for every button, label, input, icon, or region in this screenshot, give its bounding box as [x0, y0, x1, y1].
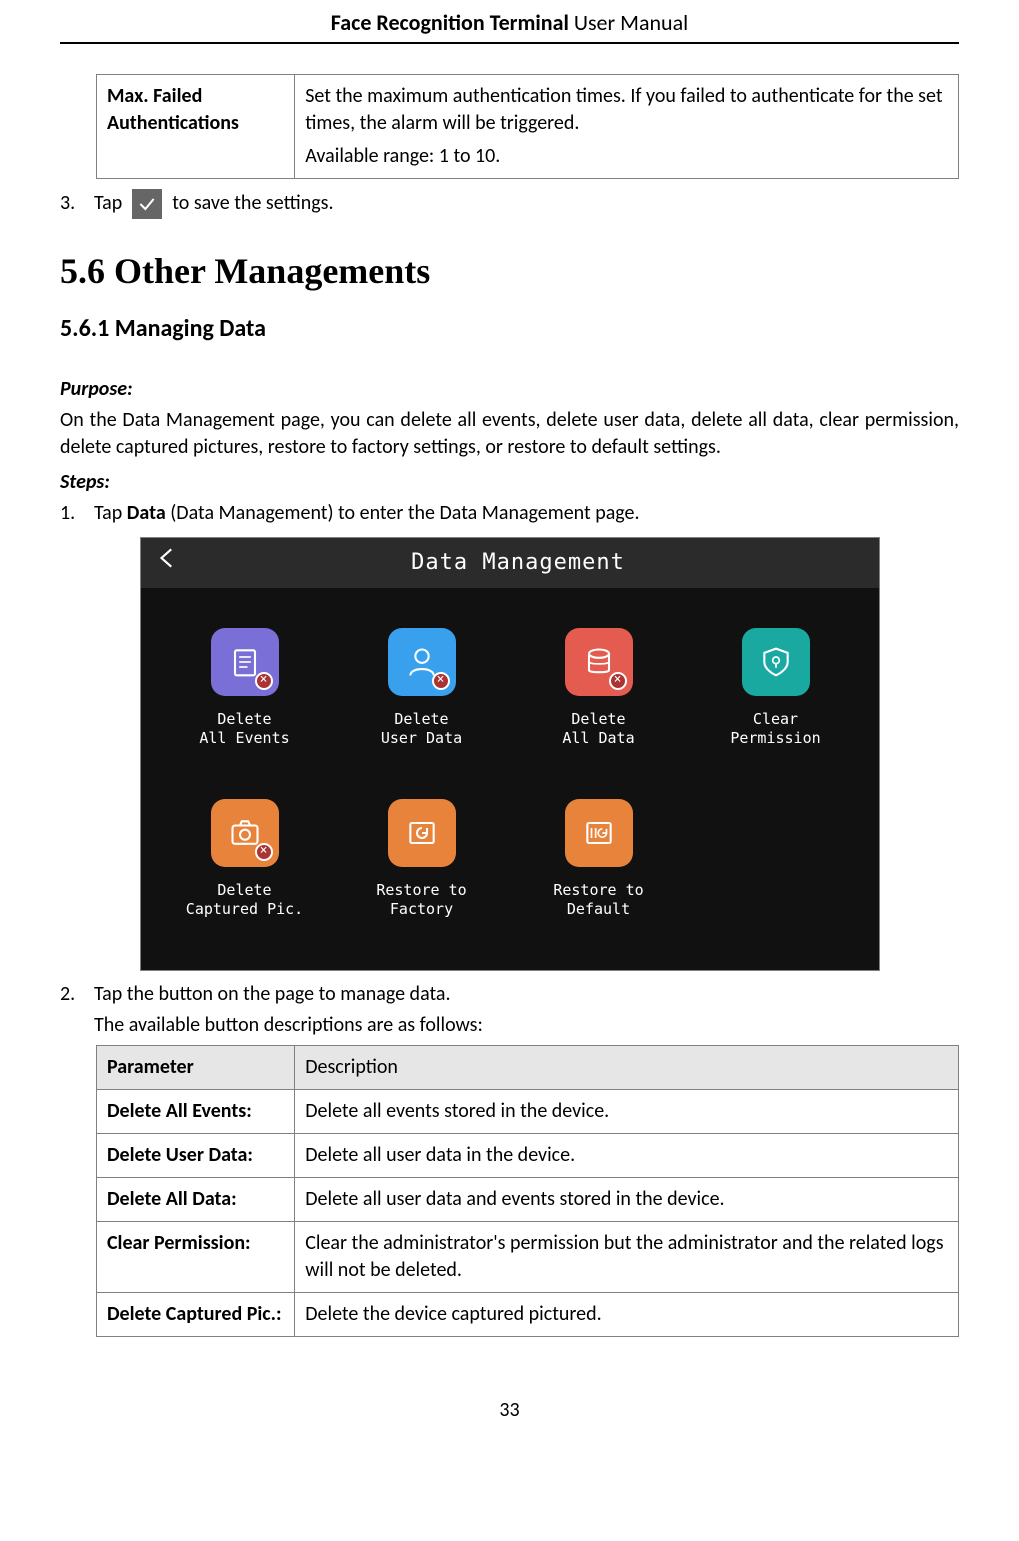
- step-2-text: Tap the button on the page to manage dat…: [94, 981, 959, 1008]
- max-failed-auth-table: Max. Failed Authentications Set the maxi…: [96, 74, 959, 179]
- step-2-num: 2.: [60, 981, 84, 1008]
- back-arrow-icon[interactable]: [155, 545, 181, 580]
- step-3-num: 3.: [60, 190, 84, 217]
- step-1: 1. Tap Data (Data Management) to enter t…: [60, 500, 959, 527]
- section-5-6-1-heading: 5.6.1 Managing Data: [60, 313, 959, 345]
- col-parameter: Parameter: [96, 1045, 294, 1089]
- table-row: Delete All Events: Delete all events sto…: [96, 1089, 958, 1133]
- camera-icon: ×: [211, 799, 279, 867]
- notepad-icon: ×: [211, 628, 279, 696]
- table-row: Delete All Data: Delete all user data an…: [96, 1177, 958, 1221]
- col-description: Description: [295, 1045, 959, 1089]
- step-3: 3. Tap to save the settings.: [60, 189, 959, 219]
- param-desc: Set the maximum authentication times. If…: [295, 74, 959, 178]
- shield-icon: [742, 628, 810, 696]
- purpose-text: On the Data Management page, you can del…: [60, 407, 959, 461]
- table-row: Delete Captured Pic.: Delete the device …: [96, 1292, 958, 1336]
- step-1-text: Tap Data (Data Management) to enter the …: [94, 500, 959, 527]
- header-title-bold: Face Recognition Terminal: [331, 9, 569, 36]
- check-save-icon: [132, 189, 162, 219]
- delete-badge-icon: ×: [432, 672, 450, 690]
- device-title: Data Management: [201, 548, 835, 578]
- delete-badge-icon: ×: [255, 843, 273, 861]
- delete-all-events-button[interactable]: × Delete All Events: [161, 628, 328, 749]
- default-reset-icon: [565, 799, 633, 867]
- delete-badge-icon: ×: [255, 672, 273, 690]
- step-1-num: 1.: [60, 500, 84, 527]
- section-5-6-heading: 5.6 Other Managements: [60, 247, 959, 296]
- page-header: Face Recognition Terminal User Manual: [60, 8, 959, 44]
- header-title-rest: User Manual: [569, 9, 688, 36]
- param-name: Max. Failed Authentications: [96, 74, 294, 178]
- delete-captured-pic-button[interactable]: × Delete Captured Pic.: [161, 799, 328, 920]
- factory-reset-icon: [388, 799, 456, 867]
- step-3-pre: Tap: [94, 190, 122, 217]
- purpose-label: Purpose:: [60, 376, 959, 403]
- user-icon: ×: [388, 628, 456, 696]
- delete-all-data-button[interactable]: × Delete All Data: [515, 628, 682, 749]
- step-2: 2. Tap the button on the page to manage …: [60, 981, 959, 1008]
- table-row: Clear Permission: Clear the administrato…: [96, 1221, 958, 1292]
- clear-permission-button[interactable]: Clear Permission: [692, 628, 859, 749]
- table-row: Delete User Data: Delete all user data i…: [96, 1133, 958, 1177]
- delete-user-data-button[interactable]: × Delete User Data: [338, 628, 505, 749]
- restore-default-button[interactable]: Restore to Default: [515, 799, 682, 920]
- device-screenshot: Data Management × Delete All Events × De…: [140, 537, 880, 971]
- page-number: 33: [60, 1397, 959, 1424]
- step-3-post: to save the settings.: [172, 190, 333, 217]
- steps-label: Steps:: [60, 469, 959, 496]
- device-titlebar: Data Management: [141, 538, 879, 588]
- button-description-table: Parameter Description Delete All Events:…: [96, 1045, 959, 1337]
- database-icon: ×: [565, 628, 633, 696]
- restore-factory-button[interactable]: Restore to Factory: [338, 799, 505, 920]
- delete-badge-icon: ×: [609, 672, 627, 690]
- step-2-subtext: The available button descriptions are as…: [94, 1012, 959, 1039]
